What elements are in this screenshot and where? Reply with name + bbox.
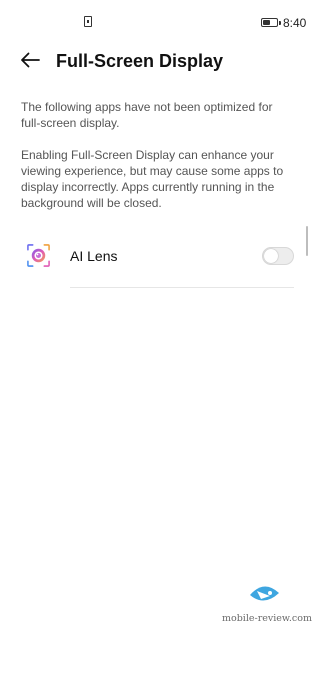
arrow-left-icon xyxy=(21,52,40,68)
ai-lens-toggle[interactable] xyxy=(262,247,294,265)
header: Full-Screen Display xyxy=(0,44,315,80)
app-label: AI Lens xyxy=(70,248,118,264)
description-warning: Enabling Full-Screen Display can enhance… xyxy=(21,148,284,210)
toggle-knob xyxy=(264,249,278,263)
sim-card-icon xyxy=(84,16,92,27)
page-title: Full-Screen Display xyxy=(56,51,224,71)
app-list-item-ai-lens[interactable]: AI Lens xyxy=(0,236,315,288)
status-time: 8:40 xyxy=(283,16,307,30)
mobile-review-logo xyxy=(250,586,279,601)
back-button[interactable] xyxy=(14,44,46,76)
status-bar: 8:40 xyxy=(0,0,315,44)
full-screen-display-settings-screen: 8:40 Full-Screen Display The following a… xyxy=(0,0,315,700)
watermark: mobile-review.com xyxy=(222,582,312,628)
ai-lens-icon xyxy=(27,244,50,267)
list-divider xyxy=(70,287,294,288)
watermark-text: mobile-review.com xyxy=(222,613,312,624)
description-not-optimized: The following apps have not been optimiz… xyxy=(21,100,273,130)
battery-icon xyxy=(261,18,281,27)
